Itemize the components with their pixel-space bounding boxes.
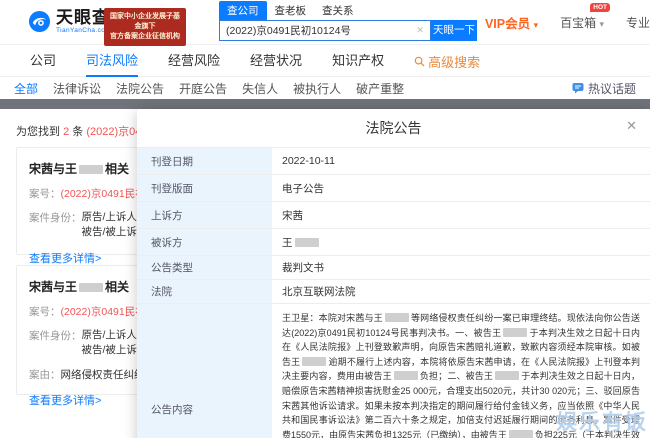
redacted-text <box>294 237 319 247</box>
tianyancha-logo[interactable]: 天眼查 TianYanCha.com <box>28 9 111 34</box>
redacted-text <box>384 313 409 322</box>
search-tab-company[interactable]: 查公司 <box>219 1 267 20</box>
search-tabs: 查公司 查老板 查关系 <box>219 1 479 20</box>
case-cause: 网络侵权责任纠纷 <box>60 369 145 381</box>
redacted-text <box>503 327 528 337</box>
filter-lawsuits[interactable]: 法律诉讼 <box>53 80 101 97</box>
logo-domain: TianYanCha.com <box>56 27 112 34</box>
court-announcement-modal: 法院公告 ✕ 刊登日期 2022-10-11 刊登版面 电子公告 上诉方 宋茜 … <box>137 109 650 438</box>
search-module: 查公司 查老板 查关系 (2022)京0491民初10124号 ✕ 天眼一下 <box>219 1 479 41</box>
announcement-content-text: 王卫星：本院对宋茜与王 等网络侵权责任纠纷一案已审理终结。现依法向你公告送达(20… <box>282 313 640 438</box>
filter-court-announcements[interactable]: 法院公告 <box>116 80 164 97</box>
header-right: VIP会员 ▾ HOT 百宝箱 ▾ 专业版 <box>485 0 650 45</box>
logo-name: 天眼查 <box>56 8 110 27</box>
pro-version-link[interactable]: 专业版 <box>626 14 650 31</box>
filter-persons-subject-to-enforcement[interactable]: 被执行人 <box>293 80 341 97</box>
search-button[interactable]: 天眼一下 <box>431 20 477 41</box>
field-row-publish-section: 刊登版面 电子公告 <box>137 175 650 202</box>
redacted-text <box>393 371 418 381</box>
results-count: 2 <box>63 126 70 138</box>
redacted-text <box>79 165 104 174</box>
filter-subnav: 全部 法律诉讼 法院公告 开庭公告 失信人 被执行人 破产重整 热议话题 <box>0 77 650 99</box>
nav-tab-ip[interactable]: 知识产权 <box>332 46 384 77</box>
field-row-announcement-content: 公告内容 王卫星：本院对宋茜与王 等网络侵权责任纠纷一案已审理终结。现依法向你公告… <box>137 304 650 438</box>
hot-topics-link[interactable]: 热议话题 <box>572 80 636 97</box>
gov-certification-badge: 国家中小企业发展子基金旗下 官方备案企业征信机构 <box>104 8 186 46</box>
gov-badge-line2: 官方备案企业征信机构 <box>110 33 180 40</box>
search-input[interactable]: (2022)京0491民初10124号 ✕ <box>219 20 431 41</box>
nav-tab-operation-risk[interactable]: 经营风险 <box>168 46 220 77</box>
nav-tab-company[interactable]: 公司 <box>30 46 56 77</box>
advanced-search-link[interactable]: 高级搜索 <box>414 52 480 71</box>
gov-badge-line1: 国家中小企业发展子基金旗下 <box>110 13 180 30</box>
main-nav: 公司 司法风险 经营风险 经营状况 知识产权 高级搜索 <box>0 46 650 77</box>
close-icon[interactable]: ✕ <box>626 118 637 134</box>
filter-dishonest-persons[interactable]: 失信人 <box>242 80 278 97</box>
nav-tab-operation-status[interactable]: 经营状况 <box>250 46 302 77</box>
top-header: 天眼查 TianYanCha.com 国家中小企业发展子基金旗下 官方备案企业征… <box>0 0 650 46</box>
redacted-text <box>79 283 104 292</box>
chevron-down-icon: ▾ <box>599 19 604 29</box>
field-row-court: 法院 北京互联网法院 <box>137 280 650 304</box>
field-row-announcement-type: 公告类型 裁判文书 <box>137 256 650 280</box>
filter-bankruptcy[interactable]: 破产重整 <box>356 80 404 97</box>
modal-title: 法院公告 <box>365 120 422 136</box>
search-icon <box>414 56 425 67</box>
chevron-down-icon: ▾ <box>533 20 539 30</box>
field-row-publish-date: 刊登日期 2022-10-11 <box>137 148 650 175</box>
page: 天眼查 TianYanCha.com 国家中小企业发展子基金旗下 官方备案企业征… <box>0 0 650 438</box>
field-row-appellant: 上诉方 宋茜 <box>137 202 650 229</box>
vip-member-menu[interactable]: VIP会员 ▾ <box>485 13 538 32</box>
search-tab-relation[interactable]: 查关系 <box>314 1 362 20</box>
chat-bubble-icon <box>572 83 584 94</box>
filter-hearing-announcements[interactable]: 开庭公告 <box>179 80 227 97</box>
search-tab-boss[interactable]: 查老板 <box>267 1 315 20</box>
sticky-bar-shadow <box>0 99 650 109</box>
announcement-field-table: 刊登日期 2022-10-11 刊登版面 电子公告 上诉方 宋茜 被诉方 王 公… <box>137 147 650 438</box>
field-row-appellee: 被诉方 王 <box>137 229 650 256</box>
redacted-text <box>302 356 327 366</box>
redacted-text <box>495 371 520 381</box>
redacted-text <box>508 429 533 438</box>
search-input-value[interactable]: (2022)京0491民初10124号 <box>220 23 410 38</box>
filter-all[interactable]: 全部 <box>14 80 38 97</box>
hot-badge: HOT <box>590 3 610 12</box>
toolbox-menu[interactable]: HOT 百宝箱 ▾ <box>560 3 610 31</box>
clear-icon[interactable]: ✕ <box>410 25 430 36</box>
tianyancha-logo-icon <box>28 10 51 33</box>
nav-tab-judicial-risk[interactable]: 司法风险 <box>86 46 139 77</box>
